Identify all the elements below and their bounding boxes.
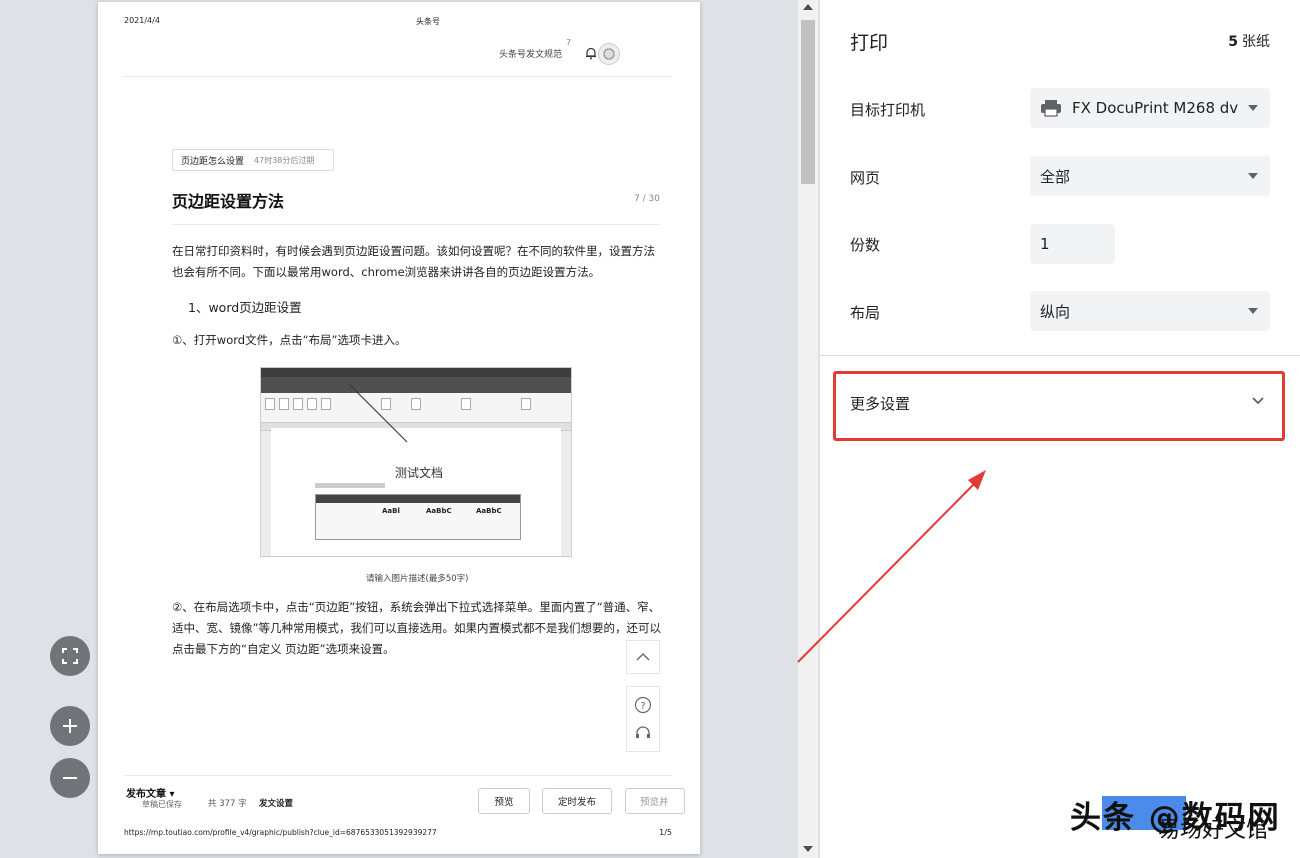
schedule-button: 定时发布 (542, 788, 612, 814)
help-icon: ? (634, 696, 652, 714)
print-title: 打印 (850, 32, 889, 54)
fit-to-page-button[interactable] (50, 636, 90, 676)
section-heading: 1、word页边距设置 (188, 300, 302, 315)
layout-value: 纵向 (1040, 302, 1071, 321)
annotation-arrow-icon (797, 470, 986, 663)
destination-select[interactable]: FX DocuPrint M268 dv (1030, 88, 1270, 128)
fit-page-icon (62, 648, 78, 664)
draft-status: 草稿已保存 (142, 800, 182, 809)
pages-value: 全部 (1040, 167, 1071, 186)
dropdown-caret-icon (1248, 173, 1258, 179)
divider (172, 224, 660, 225)
nav-spec-link: 头条号发文规范 (498, 49, 562, 60)
word-screenshot-image: 测试文档 AaBl AaBbC AaBbC (260, 367, 572, 557)
step-one-text: ①、打开word文件，点击“布局”选项卡进入。 (172, 333, 407, 347)
copies-input[interactable]: 1 (1030, 224, 1115, 264)
preview-scrollbar[interactable] (798, 0, 818, 858)
side-toolbar: ? (626, 640, 660, 752)
chevron-up-icon (636, 653, 650, 661)
page-number: 1/5 (659, 828, 672, 837)
pages-select[interactable]: 全部 (1030, 156, 1270, 196)
page-site-name: 头条号 (416, 17, 440, 26)
dropdown-caret-icon (1248, 105, 1258, 111)
help-button[interactable]: ? (627, 691, 659, 719)
page-url: https://mp.toutiao.com/profile_v4/graphi… (124, 828, 437, 837)
page-date: 2021/4/4 (124, 16, 160, 25)
scroll-up-arrow-icon[interactable] (803, 4, 813, 10)
layout-label: 布局 (850, 304, 881, 322)
destination-value: FX DocuPrint M268 dv (1072, 99, 1239, 117)
scroll-top-button[interactable] (626, 640, 660, 674)
svg-text:?: ? (640, 701, 645, 712)
minus-icon (63, 777, 77, 779)
watermark-subtext: 易场好文馆 (1158, 818, 1269, 843)
article-settings: 发文设置 (259, 799, 294, 809)
preview-button: 预览 (478, 788, 530, 814)
topic-tag: 页边距怎么设置 47时38分后过期 (172, 149, 334, 171)
topic-label: 页边距怎么设置 (181, 156, 245, 167)
avatar (598, 43, 620, 65)
zoom-in-button[interactable] (50, 706, 90, 746)
zoom-out-button[interactable] (50, 758, 90, 798)
article-title: 页边距设置方法 (172, 192, 285, 211)
highlight-box (833, 371, 1285, 441)
preview-page: 2021/4/4 头条号 7 头条号发文规范 消息 页边距怎么设置 47时38分… (98, 2, 700, 854)
divider (124, 76, 672, 77)
divider (820, 355, 1300, 356)
pages-label: 网页 (850, 169, 881, 187)
support-button[interactable] (627, 719, 659, 747)
image-caption: 请输入图片描述(最多50字) (366, 574, 469, 584)
copies-label: 份数 (850, 236, 881, 254)
dropdown-caret-icon (1248, 308, 1258, 314)
print-preview-area: 2021/4/4 头条号 7 头条号发文规范 消息 页边距怎么设置 47时38分… (0, 0, 820, 858)
intro-paragraph: 在日常打印资料时，有时候会遇到页边距设置问题。该如何设置呢？在不同的软件里，设置… (172, 244, 655, 279)
destination-label: 目标打印机 (850, 101, 926, 119)
word-count: 共 377 字 (208, 799, 247, 809)
divider (124, 775, 672, 776)
scroll-down-arrow-icon[interactable] (803, 846, 813, 852)
sheet-count: 5 张纸 (1228, 34, 1270, 50)
image-doc-title: 测试文档 (395, 466, 444, 480)
arrow-icon (348, 383, 408, 443)
bell-icon (585, 47, 596, 60)
copies-value: 1 (1040, 235, 1050, 253)
topic-remaining: 47时38分后过期 (254, 155, 315, 165)
scrollbar-thumb[interactable] (801, 20, 815, 184)
printer-icon (1041, 100, 1061, 117)
headset-icon (636, 726, 650, 738)
layout-select[interactable]: 纵向 (1030, 291, 1270, 331)
publish-article-menu: 发布文章 ▾ (126, 789, 175, 800)
preview-publish-button: 预览并 (625, 788, 685, 814)
step-two-paragraph: ②、在布局选项卡中，点击“页边距”按钮，系统会弹出下拉式选择菜单。里面内置了“普… (172, 600, 661, 656)
title-count: 7 / 30 (634, 194, 660, 204)
plus-icon (63, 719, 77, 733)
